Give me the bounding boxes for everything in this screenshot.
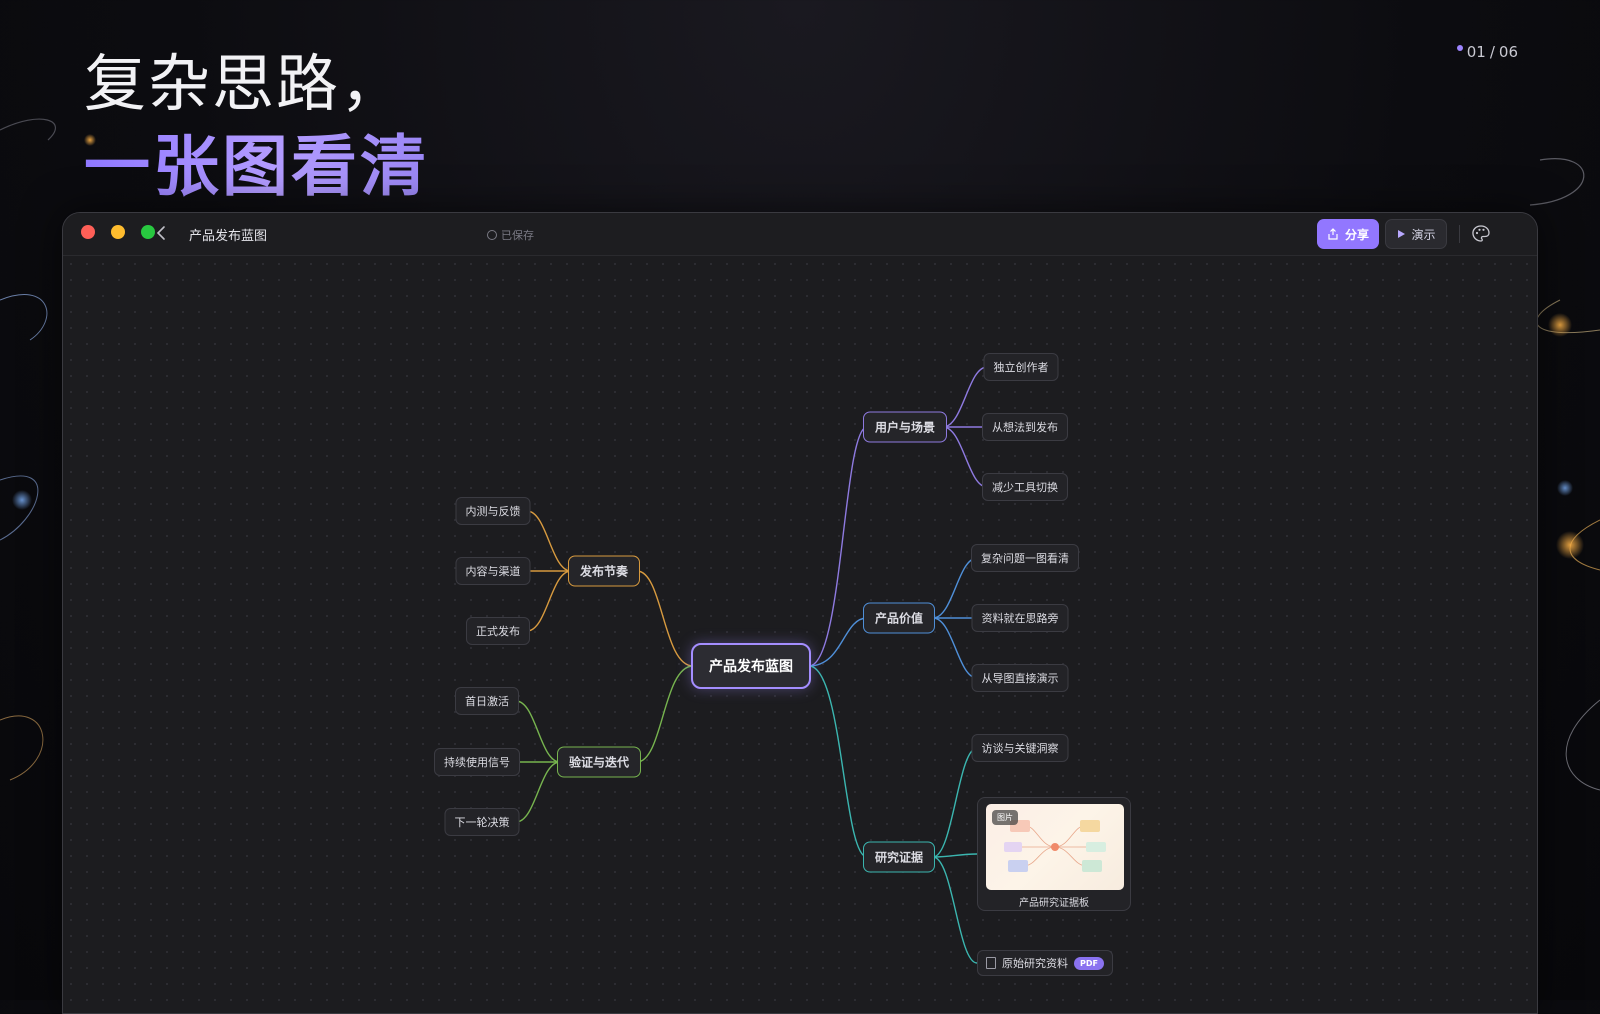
- share-label: 分享: [1344, 227, 1369, 242]
- leaf-node[interactable]: 访谈与关键洞察: [971, 734, 1069, 762]
- image-card[interactable]: 图片 产品研究证据板: [977, 797, 1131, 911]
- titlebar: 产品发布蓝图 已保存 分享 演示: [63, 213, 1537, 256]
- connector-center-release: [636, 570, 694, 667]
- check-circle-icon: [487, 230, 497, 240]
- leaf-node[interactable]: 内容与渠道: [455, 557, 531, 585]
- branch-node-evidence[interactable]: 研究证据: [862, 841, 936, 873]
- hero-line-2: 一张图看清: [84, 124, 429, 210]
- pdf-badge: PDF: [1074, 956, 1104, 970]
- leaf-node[interactable]: 独立创作者: [983, 353, 1059, 381]
- present-label: 演示: [1411, 227, 1436, 242]
- present-button[interactable]: 演示: [1385, 219, 1447, 249]
- branch-node-users[interactable]: 用户与场景: [862, 411, 948, 443]
- app-window: 产品发布蓝图 已保存 分享 演示 产品发布蓝图 用户与场景 独立创作者 从想法到…: [62, 212, 1538, 1014]
- leaf-node[interactable]: 从想法到发布: [982, 413, 1068, 441]
- hero-heading: 复杂思路， 一张图看清: [84, 44, 429, 210]
- image-caption: 产品研究证据板: [1019, 898, 1089, 909]
- connector-evidence-3: [932, 856, 978, 964]
- leaf-node[interactable]: 下一轮决策: [444, 808, 520, 836]
- connector-users-1: [942, 366, 988, 428]
- connector-validate-1: [515, 700, 561, 763]
- connector-evidence-1: [932, 747, 978, 858]
- file-node-label: 原始研究资料: [1002, 957, 1068, 970]
- connector-center-users: [808, 426, 868, 667]
- close-window-button[interactable]: [81, 225, 95, 239]
- page-separator: /: [1489, 43, 1495, 61]
- page-current: 01: [1466, 43, 1486, 61]
- leaf-node[interactable]: 内测与反馈: [455, 497, 531, 525]
- image-badge: 图片: [992, 810, 1018, 825]
- palette-icon: [1472, 225, 1490, 242]
- mindmap-center-node[interactable]: 产品发布蓝图: [691, 643, 811, 689]
- connector-center-value: [808, 617, 868, 667]
- save-status: 已保存: [487, 227, 534, 243]
- connector-evidence-2: [932, 853, 978, 858]
- leaf-node[interactable]: 资料就在思路旁: [971, 604, 1069, 632]
- page-dot-icon: [1456, 45, 1463, 51]
- leaf-node[interactable]: 复杂问题一图看清: [971, 544, 1079, 572]
- share-button[interactable]: 分享: [1317, 219, 1379, 249]
- connector-validate-3: [515, 761, 561, 823]
- hero-line-1: 复杂思路，: [84, 47, 405, 120]
- connector-users-3: [942, 426, 988, 488]
- chevron-left-icon: [156, 226, 165, 240]
- document-title: 产品发布蓝图: [189, 229, 268, 244]
- page-total: 06: [1498, 43, 1518, 61]
- mindmap-connectors: [515, 366, 988, 964]
- maximize-window-button[interactable]: [141, 225, 155, 239]
- connector-center-evidence: [808, 665, 868, 858]
- branch-node-validate[interactable]: 验证与迭代: [556, 746, 642, 778]
- save-status-label: 已保存: [501, 229, 534, 242]
- share-icon: [1328, 228, 1338, 240]
- connector-center-validate: [636, 665, 694, 763]
- connector-value-3: [932, 617, 978, 679]
- theme-button[interactable]: [1469, 222, 1493, 246]
- leaf-node[interactable]: 首日激活: [455, 687, 519, 715]
- minimize-window-button[interactable]: [111, 225, 125, 239]
- play-icon: [1398, 230, 1406, 238]
- evidence-board-thumbnail: 图片: [986, 804, 1124, 890]
- connector-release-3: [526, 570, 572, 632]
- leaf-node[interactable]: 持续使用信号: [434, 748, 520, 776]
- branch-node-release[interactable]: 发布节奏: [567, 555, 641, 587]
- mindmap-canvas[interactable]: 产品发布蓝图 用户与场景 独立创作者 从想法到发布 减少工具切换 产品价值 复杂…: [63, 256, 1537, 1013]
- leaf-node[interactable]: 减少工具切换: [982, 473, 1068, 501]
- toolbar-divider: [1459, 225, 1460, 243]
- connector-release-1: [526, 510, 572, 572]
- file-node[interactable]: 原始研究资料 PDF: [977, 950, 1113, 976]
- document-icon: [986, 957, 996, 969]
- leaf-node[interactable]: 正式发布: [466, 617, 530, 645]
- page-counter: 01 / 06: [1456, 43, 1518, 61]
- leaf-node[interactable]: 从导图直接演示: [971, 664, 1069, 692]
- branch-node-value[interactable]: 产品价值: [862, 602, 936, 634]
- back-button[interactable]: [155, 221, 175, 245]
